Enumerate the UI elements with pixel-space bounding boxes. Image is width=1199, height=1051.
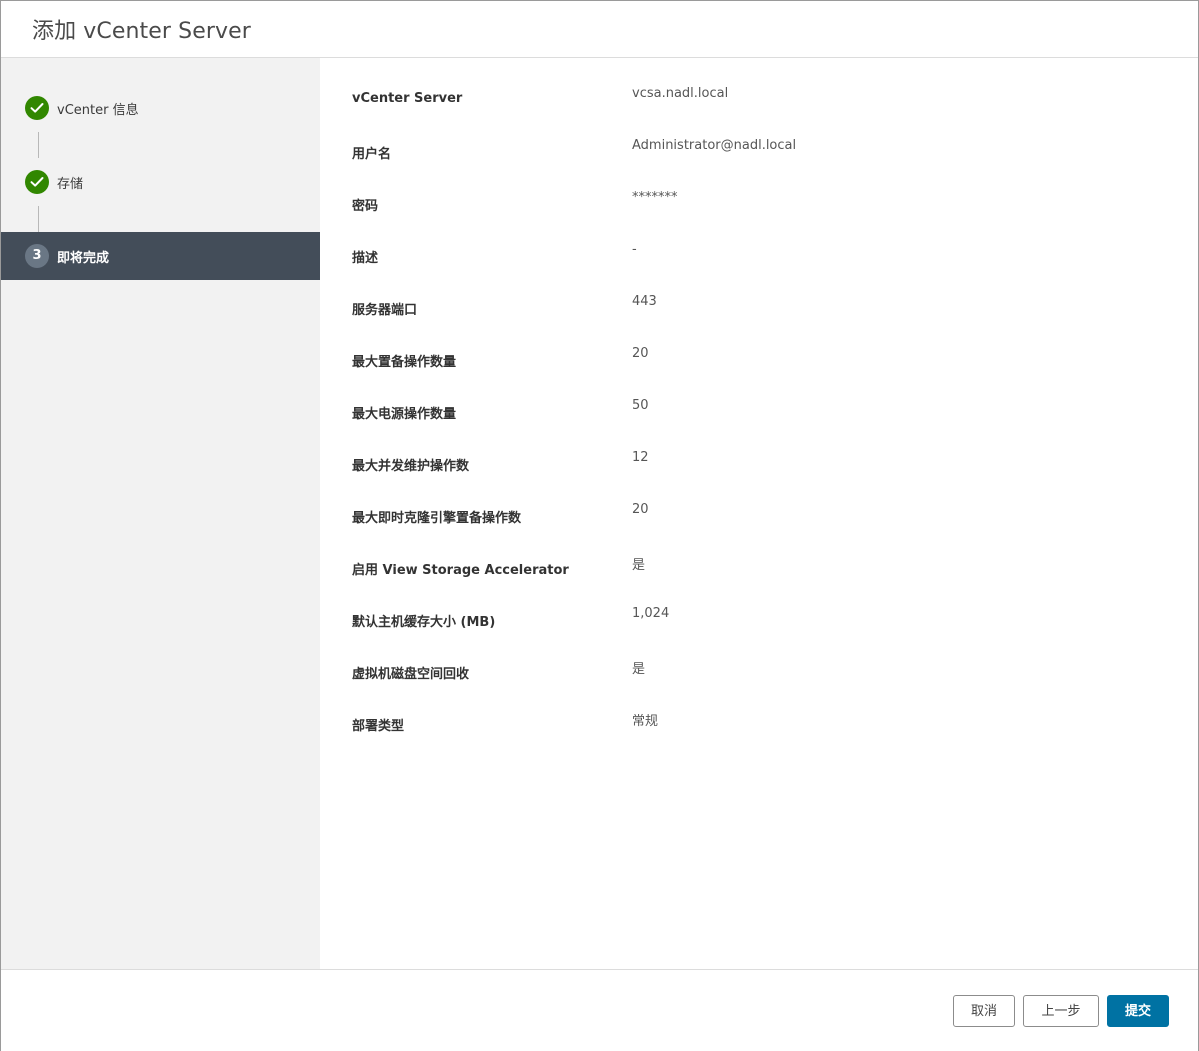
dialog-header: 添加 vCenter Server — [1, 1, 1198, 58]
summary-value: Administrator@nadl.local — [632, 138, 797, 153]
summary-value: - — [632, 242, 637, 257]
check-circle-icon — [25, 96, 49, 120]
summary-row: 服务器端口 443 — [320, 266, 1198, 318]
summary-key: 密码 — [352, 199, 379, 214]
summary-key: 用户名 — [352, 147, 392, 162]
summary-panel: vCenter Server vcsa.nadl.local 用户名 Admin… — [320, 58, 1198, 969]
summary-value: 443 — [632, 294, 657, 309]
summary-row: 用户名 Administrator@nadl.local — [320, 110, 1198, 162]
summary-key: 启用 View Storage Accelerator — [352, 563, 569, 578]
summary-key: 虚拟机磁盘空间回收 — [352, 667, 470, 682]
step-ready-to-complete[interactable]: 3 即将完成 — [1, 232, 320, 280]
summary-key: 部署类型 — [352, 719, 405, 734]
wizard-steps-sidebar: vCenter 信息 存储 3 即将完成 — [1, 58, 320, 969]
submit-button[interactable]: 提交 — [1107, 995, 1169, 1027]
summary-value: 是 — [632, 662, 646, 677]
summary-key: 服务器端口 — [352, 303, 418, 318]
summary-value: vcsa.nadl.local — [632, 86, 729, 101]
summary-row: 描述 - — [320, 214, 1198, 266]
summary-row: vCenter Server vcsa.nadl.local — [320, 58, 1198, 110]
step-number-badge: 3 — [25, 244, 49, 268]
summary-row: 部署类型 常规 — [320, 682, 1198, 734]
summary-row: 密码 ******* — [320, 162, 1198, 214]
step-connector — [38, 206, 39, 232]
summary-row: 最大置备操作数量 20 — [320, 318, 1198, 370]
summary-key: 描述 — [352, 251, 379, 266]
step-connector — [38, 132, 39, 158]
summary-value: 20 — [632, 502, 649, 517]
summary-row: 默认主机缓存大小 (MB) 1,024 — [320, 578, 1198, 630]
dialog-footer: 取消 上一步 提交 — [1, 969, 1198, 1051]
step-label: 即将完成 — [57, 251, 110, 266]
summary-key: 最大并发维护操作数 — [352, 459, 470, 474]
summary-row: 最大即时克隆引擎置备操作数 20 — [320, 474, 1198, 526]
summary-key: vCenter Server — [352, 91, 463, 106]
summary-row: 虚拟机磁盘空间回收 是 — [320, 630, 1198, 682]
summary-value: 50 — [632, 398, 649, 413]
summary-value: 常规 — [632, 714, 659, 729]
step-label: 存储 — [57, 177, 84, 192]
cancel-button[interactable]: 取消 — [953, 995, 1015, 1027]
dialog-title: 添加 vCenter Server — [32, 19, 251, 44]
add-vcenter-dialog: 添加 vCenter Server vCenter 信息 存储 3 即将完成 v… — [0, 0, 1199, 1051]
summary-row: 最大电源操作数量 50 — [320, 370, 1198, 422]
check-circle-icon — [25, 170, 49, 194]
summary-value: 是 — [632, 558, 646, 573]
summary-row: 最大并发维护操作数 12 — [320, 422, 1198, 474]
summary-value: 12 — [632, 450, 649, 465]
back-button[interactable]: 上一步 — [1023, 995, 1099, 1027]
summary-row: 启用 View Storage Accelerator 是 — [320, 526, 1198, 578]
summary-key: 最大置备操作数量 — [352, 355, 457, 370]
step-storage[interactable]: 存储 — [1, 158, 320, 206]
step-vcenter-info[interactable]: vCenter 信息 — [1, 84, 320, 132]
summary-key: 最大即时克隆引擎置备操作数 — [352, 511, 522, 526]
summary-value: ******* — [632, 190, 678, 205]
summary-key: 默认主机缓存大小 (MB) — [352, 615, 496, 630]
summary-value: 1,024 — [632, 606, 670, 621]
summary-key: 最大电源操作数量 — [352, 407, 457, 422]
step-label: vCenter 信息 — [57, 103, 139, 118]
summary-value: 20 — [632, 346, 649, 361]
